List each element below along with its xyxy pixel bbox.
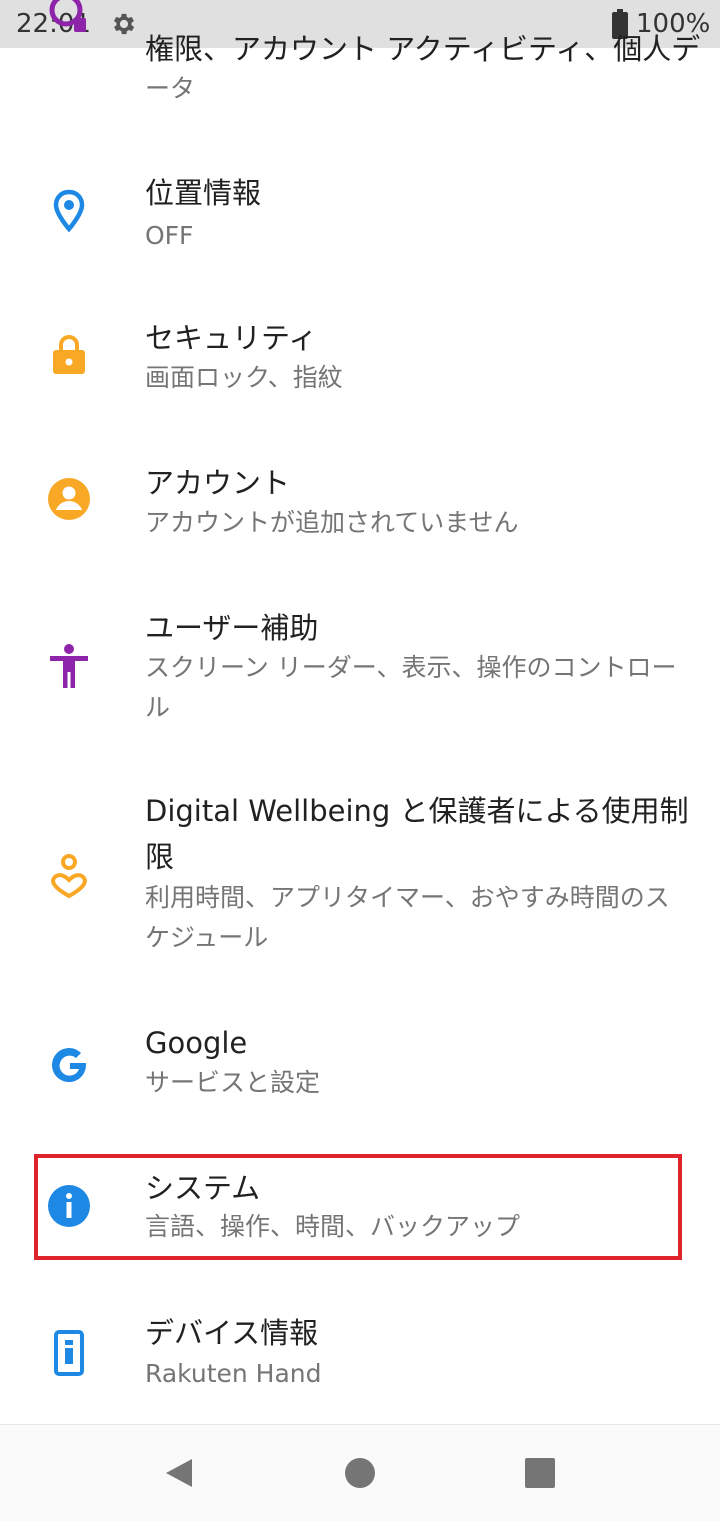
back-triangle-icon[interactable] [162, 1455, 198, 1491]
settings-item-title: Google [145, 1026, 248, 1060]
settings-item-title: アカウント [145, 466, 291, 500]
settings-item-title: ユーザー補助 [145, 611, 319, 645]
settings-item-title: デバイス情報 [145, 1316, 319, 1350]
settings-item-title: 位置情報 [145, 176, 262, 210]
recents-square-icon[interactable] [522, 1455, 558, 1491]
google-g-icon [44, 1040, 94, 1090]
account-icon [44, 474, 94, 524]
settings-item-digital-wellbeing[interactable]: Digital Wellbeing と保護者による使用制限 利用時間、アプリタイ… [0, 770, 720, 970]
settings-item-subtitle: ータ [145, 74, 196, 103]
highlight-box [34, 1154, 682, 1260]
settings-item-subtitle: 利用時間、アプリタイマー、おやすみ時間のスケジュール [145, 883, 670, 952]
settings-item-device-info[interactable]: デバイス情報 Rakuten Hand [0, 1290, 720, 1420]
settings-item-google[interactable]: Google サービスと設定 [0, 1000, 720, 1130]
settings-item-subtitle: アカウントが追加されていません [145, 508, 519, 537]
lock-icon [44, 329, 94, 379]
device-info-icon [44, 1328, 94, 1378]
settings-item-location[interactable]: 位置情報 OFF [0, 150, 720, 280]
settings-item-title: セキュリティ [145, 321, 318, 355]
settings-item-accessibility[interactable]: ユーザー補助 スクリーン リーダー、表示、操作のコントロール [0, 585, 720, 735]
navigation-bar [0, 1424, 720, 1521]
settings-item-subtitle: OFF [145, 221, 194, 250]
wellbeing-icon [44, 850, 94, 900]
settings-item-title: Digital Wellbeing と保護者による使用制限 [145, 794, 689, 874]
settings-item-privacy[interactable]: 権限、アカウント アクティビティ、個人デ ータ [0, 0, 720, 120]
settings-item-subtitle: Rakuten Hand [145, 1359, 322, 1388]
home-circle-icon[interactable] [342, 1455, 378, 1491]
settings-item-subtitle: スクリーン リーダー、表示、操作のコントロール [145, 653, 677, 722]
settings-item-subtitle: サービスと設定 [145, 1068, 321, 1097]
settings-item-security[interactable]: セキュリティ 画面ロック、指紋 [0, 295, 720, 425]
settings-item-account[interactable]: アカウント アカウントが追加されていません [0, 440, 720, 570]
location-pin-icon [44, 186, 94, 236]
accessibility-icon [44, 641, 94, 691]
settings-item-subtitle: 画面ロック、指紋 [145, 363, 343, 392]
privacy-icon [44, 0, 94, 50]
